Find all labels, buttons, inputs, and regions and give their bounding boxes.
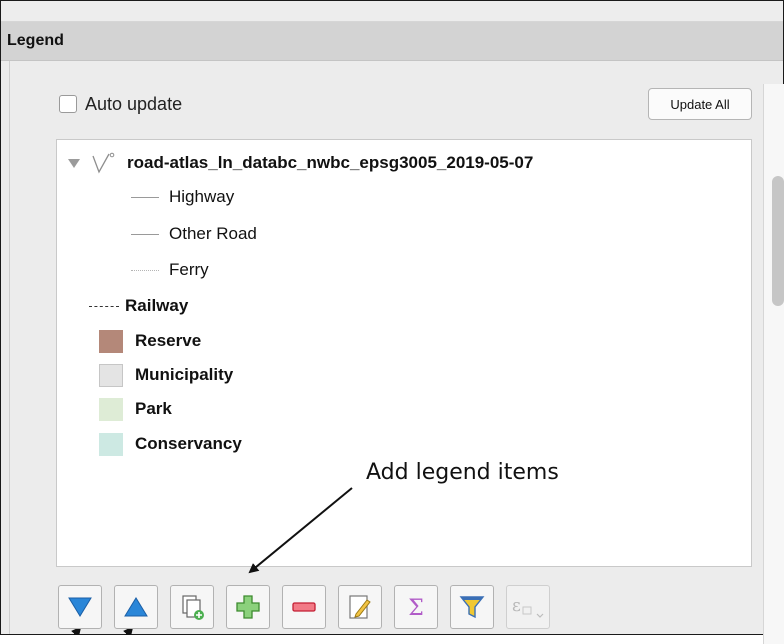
expand-triangle-icon[interactable] (67, 157, 81, 169)
fill-symbol (99, 363, 123, 387)
legend-item-label: Ferry (169, 260, 209, 279)
remove-item-icon (292, 602, 316, 612)
fill-symbol (99, 329, 123, 353)
legend-item-park[interactable]: Park (99, 394, 172, 424)
legend-item-label: Park (135, 399, 172, 418)
legend-item-label: Other Road (169, 224, 257, 243)
legend-item-label: Conservancy (135, 434, 242, 453)
move-up-button[interactable] (114, 585, 158, 629)
checkbox-box[interactable] (59, 95, 77, 113)
filter-button[interactable] (450, 585, 494, 629)
solid-line-symbol (131, 196, 159, 198)
legend-item-label: Railway (125, 296, 189, 315)
move-up-icon (124, 597, 148, 617)
tree-row-layer-group[interactable]: road-atlas_ln_databc_nwbc_epsg3005_2019-… (67, 148, 533, 178)
scrollbar-thumb[interactable] (772, 176, 784, 306)
legend-item-other-road[interactable]: Other Road (131, 219, 257, 249)
panel-title: Legend (7, 32, 64, 49)
svg-text:ε: ε (512, 596, 521, 616)
layer-group-name: road-atlas_ln_databc_nwbc_epsg3005_2019-… (127, 153, 534, 172)
legend-item-label: Municipality (135, 365, 234, 384)
legend-item-conservancy[interactable]: Conservancy (99, 429, 242, 459)
sum-icon: Σ (408, 596, 424, 620)
dashed-line-symbol (89, 305, 119, 307)
legend-item-label: Reserve (135, 331, 202, 350)
svg-text:Σ: Σ (408, 596, 424, 620)
legend-item-label: Highway (169, 187, 235, 206)
add-legend-item-button[interactable] (226, 585, 270, 629)
filter-icon (459, 596, 485, 619)
line-layer-icon (92, 152, 115, 174)
expression-icon: ε (512, 596, 544, 618)
legend-item-highway[interactable]: Highway (131, 182, 234, 212)
window-top-strip (1, 1, 783, 22)
edit-legend-item-button[interactable] (338, 585, 382, 629)
sum-button[interactable]: Σ (394, 585, 438, 629)
add-group-icon (182, 595, 204, 620)
auto-update-checkbox[interactable]: Auto update (59, 92, 182, 116)
fill-symbol (99, 397, 123, 421)
expression-filter-button[interactable]: ε (506, 585, 550, 629)
add-item-icon (236, 595, 260, 619)
legend-item-railway[interactable]: Railway (89, 291, 188, 321)
add-group-button[interactable] (170, 585, 214, 629)
annotation-text: Add legend items (366, 460, 559, 485)
legend-item-reserve[interactable]: Reserve (99, 326, 201, 356)
move-down-icon (68, 597, 92, 617)
auto-update-label: Auto update (85, 93, 183, 114)
legend-panel-header: Legend (1, 22, 783, 61)
dotted-line-symbol (131, 269, 159, 271)
update-all-button[interactable]: Update All (648, 88, 752, 120)
fill-symbol (99, 432, 123, 456)
edit-item-icon (349, 595, 371, 619)
legend-tree[interactable]: road-atlas_ln_databc_nwbc_epsg3005_2019-… (56, 139, 752, 567)
move-down-button[interactable] (58, 585, 102, 629)
legend-item-municipality[interactable]: Municipality (99, 360, 233, 390)
side-scroll-panel (763, 84, 784, 644)
solid-line-symbol (131, 233, 159, 235)
legend-item-ferry[interactable]: Ferry (131, 255, 209, 285)
remove-legend-item-button[interactable] (282, 585, 326, 629)
